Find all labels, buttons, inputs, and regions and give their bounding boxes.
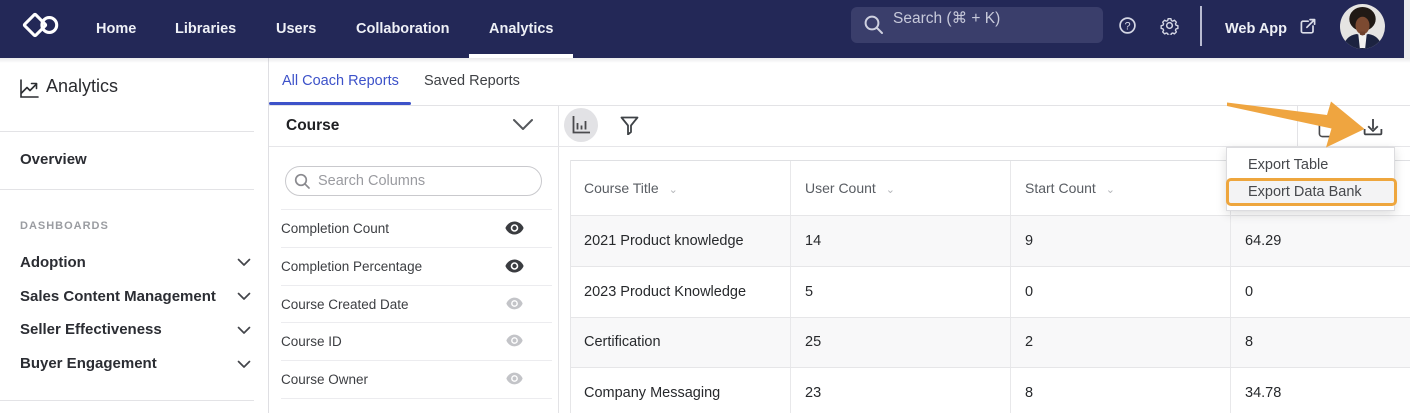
svg-text:?: ?: [1124, 21, 1130, 33]
